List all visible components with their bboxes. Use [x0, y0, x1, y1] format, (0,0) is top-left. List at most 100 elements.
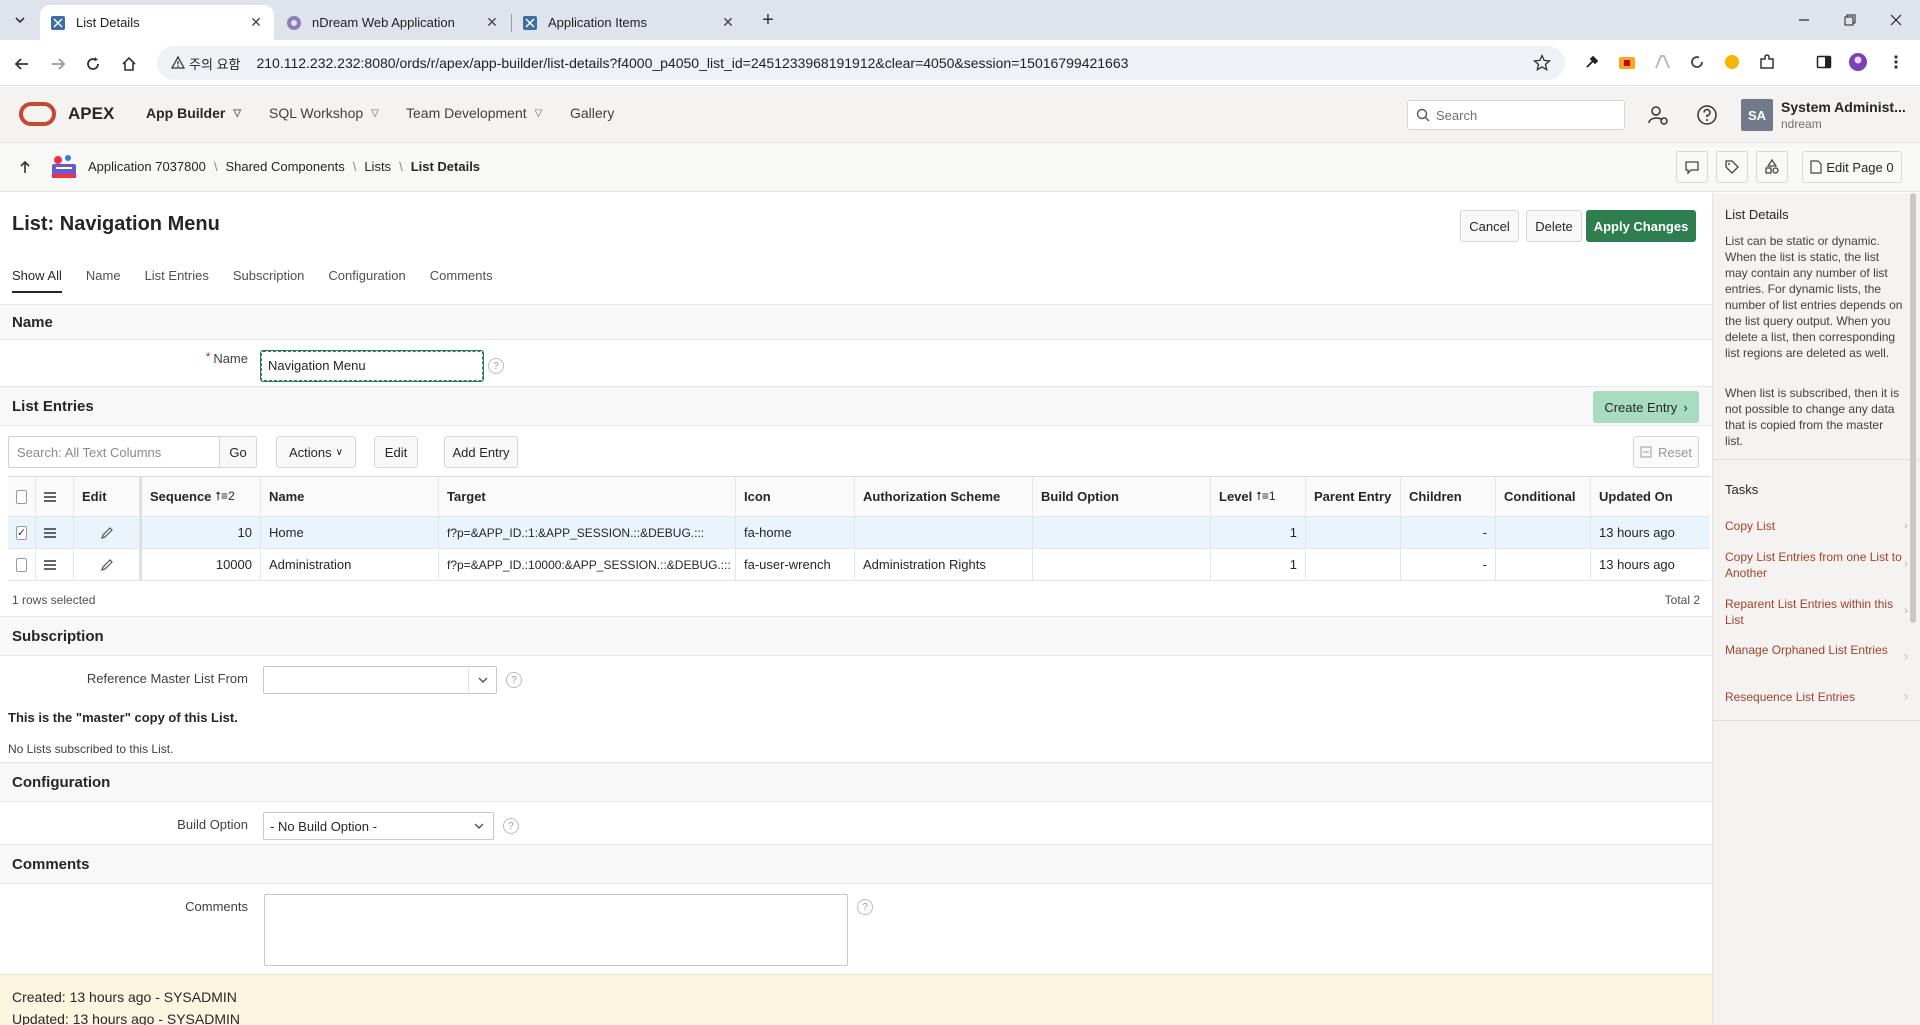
breadcrumb-application[interactable]: Application 7037800: [88, 159, 206, 174]
hamburger-icon[interactable]: [44, 559, 56, 570]
table-row[interactable]: 10000 Administration f?p=&APP_ID.:10000:…: [8, 549, 1710, 581]
menu-app-builder[interactable]: App Builder ▽: [146, 105, 241, 121]
grid-search-input[interactable]: Search: All Text Columns: [8, 436, 220, 468]
close-icon[interactable]: ✕: [248, 14, 264, 31]
close-icon[interactable]: ✕: [484, 14, 500, 31]
scrollbar[interactable]: [1910, 193, 1916, 623]
oracle-logo[interactable]: [19, 102, 56, 126]
go-button[interactable]: Go: [219, 436, 257, 468]
extension-a-icon[interactable]: [1651, 51, 1673, 73]
tab-list-entries[interactable]: List Entries: [145, 268, 209, 293]
address-bar[interactable]: 주의 요함 210.112.232.232:8080/ords/r/apex/a…: [157, 46, 1565, 80]
tag-button[interactable]: [1716, 151, 1748, 183]
breadcrumb-shared-components[interactable]: Shared Components: [225, 159, 344, 174]
name-input[interactable]: Navigation Menu: [260, 350, 484, 382]
forward-icon[interactable]: [45, 51, 71, 77]
hamburger-icon[interactable]: [44, 491, 56, 502]
add-entry-button[interactable]: Add Entry: [444, 436, 518, 468]
help-icon[interactable]: ?: [506, 672, 522, 688]
col-icon[interactable]: Icon: [736, 477, 855, 516]
pencil-icon[interactable]: [100, 558, 114, 572]
tab-configuration[interactable]: Configuration: [328, 268, 405, 293]
comments-textarea[interactable]: [264, 894, 848, 966]
tab-search-chevron-icon[interactable]: [8, 8, 32, 32]
apex-search-input[interactable]: Search: [1407, 100, 1625, 130]
edit-grid-button[interactable]: Edit: [374, 436, 418, 468]
col-build-option[interactable]: Build Option: [1033, 477, 1211, 516]
col-edit[interactable]: Edit: [74, 477, 140, 516]
close-window-icon[interactable]: [1873, 0, 1919, 40]
task-reparent-list-entries[interactable]: Reparent List Entries within this List: [1725, 596, 1905, 628]
folder-extension-icon[interactable]: [1616, 51, 1638, 73]
col-updated-on[interactable]: Updated On: [1591, 477, 1710, 516]
build-option-select[interactable]: - No Build Option -: [263, 812, 494, 840]
help-icon[interactable]: ?: [488, 358, 504, 374]
security-warning-chip[interactable]: 주의 요함: [171, 54, 240, 73]
hamburger-icon[interactable]: [44, 527, 56, 538]
avatar[interactable]: SA: [1741, 99, 1773, 131]
reference-master-select[interactable]: [263, 666, 497, 694]
coin-extension-icon[interactable]: [1721, 51, 1743, 73]
browser-menu-icon[interactable]: [1885, 51, 1907, 73]
row-checkbox[interactable]: ✓: [16, 525, 28, 540]
col-sequence[interactable]: Sequence ⭡≡2: [140, 477, 261, 516]
col-parent-entry[interactable]: Parent Entry: [1306, 477, 1401, 516]
breadcrumb-lists[interactable]: Lists: [364, 159, 391, 174]
help-icon[interactable]: ?: [503, 818, 519, 834]
edit-page-button[interactable]: Edit Page 0: [1802, 151, 1902, 183]
cancel-button[interactable]: Cancel: [1460, 210, 1519, 242]
tab-list-details[interactable]: List Details ✕: [40, 5, 274, 40]
puzzle-extensions-icon[interactable]: [1756, 51, 1778, 73]
reset-button[interactable]: Reset: [1633, 436, 1699, 468]
create-entry-button[interactable]: Create Entry ›: [1593, 391, 1699, 423]
main-content: List: Navigation Menu Cancel Delete Appl…: [0, 193, 1712, 1025]
menu-sql-workshop[interactable]: SQL Workshop ▽: [269, 105, 379, 121]
col-name[interactable]: Name: [261, 477, 439, 516]
new-tab-icon[interactable]: +: [756, 8, 780, 32]
row-checkbox[interactable]: [16, 557, 27, 572]
apex-brand[interactable]: APEX: [68, 104, 114, 124]
tab-application-items[interactable]: Application Items ✕: [512, 5, 746, 40]
apply-changes-button[interactable]: Apply Changes: [1586, 210, 1696, 242]
task-manage-orphaned[interactable]: Manage Orphaned List Entries: [1725, 642, 1905, 658]
tab-subscription[interactable]: Subscription: [233, 268, 305, 293]
col-authorization-scheme[interactable]: Authorization Scheme: [855, 477, 1033, 516]
pencil-icon[interactable]: [100, 526, 114, 540]
reload-icon[interactable]: [80, 51, 106, 77]
help-icon[interactable]: [1695, 103, 1719, 127]
task-copy-list[interactable]: Copy List: [1725, 518, 1905, 534]
shared-components-button[interactable]: [1756, 151, 1788, 183]
actions-menu-button[interactable]: Actions ∨: [276, 436, 356, 468]
tab-comments[interactable]: Comments: [430, 268, 493, 293]
col-target[interactable]: Target: [439, 477, 736, 516]
sync-extension-icon[interactable]: [1686, 51, 1708, 73]
task-copy-list-entries[interactable]: Copy List Entries from one List to Anoth…: [1725, 549, 1905, 581]
minimize-icon[interactable]: [1781, 0, 1827, 40]
back-icon[interactable]: [9, 51, 35, 77]
side-panel-icon[interactable]: [1813, 51, 1835, 73]
arrow-up-icon[interactable]: [16, 158, 34, 176]
restore-icon[interactable]: [1827, 0, 1873, 40]
menu-gallery[interactable]: Gallery: [570, 105, 614, 121]
col-children[interactable]: Children: [1401, 477, 1496, 516]
eyedropper-extension-icon[interactable]: [1581, 51, 1603, 73]
feedback-button[interactable]: [1676, 151, 1708, 183]
home-icon[interactable]: [116, 51, 142, 77]
task-resequence[interactable]: Resequence List Entries: [1725, 689, 1905, 705]
application-icon[interactable]: [48, 152, 80, 184]
col-conditional[interactable]: Conditional: [1496, 477, 1591, 516]
col-level[interactable]: Level ⭡≡1: [1211, 477, 1306, 516]
table-row[interactable]: ✓ 10 Home f?p=&APP_ID.:1:&APP_SESSION.::…: [8, 517, 1710, 549]
menu-team-development[interactable]: Team Development ▽: [406, 105, 542, 121]
delete-button[interactable]: Delete: [1526, 210, 1582, 242]
select-all-checkbox[interactable]: [16, 489, 27, 504]
profile-icon[interactable]: [1847, 51, 1869, 73]
admin-user-icon[interactable]: [1646, 103, 1670, 127]
bookmark-star-icon[interactable]: [1533, 54, 1551, 72]
tab-show-all[interactable]: Show All: [12, 268, 62, 293]
tab-name[interactable]: Name: [86, 268, 121, 293]
tab-ndream[interactable]: nDream Web Application ✕: [276, 5, 510, 40]
help-icon[interactable]: ?: [857, 899, 873, 915]
close-icon[interactable]: ✕: [720, 14, 736, 31]
user-name[interactable]: System Administ...: [1781, 99, 1906, 115]
